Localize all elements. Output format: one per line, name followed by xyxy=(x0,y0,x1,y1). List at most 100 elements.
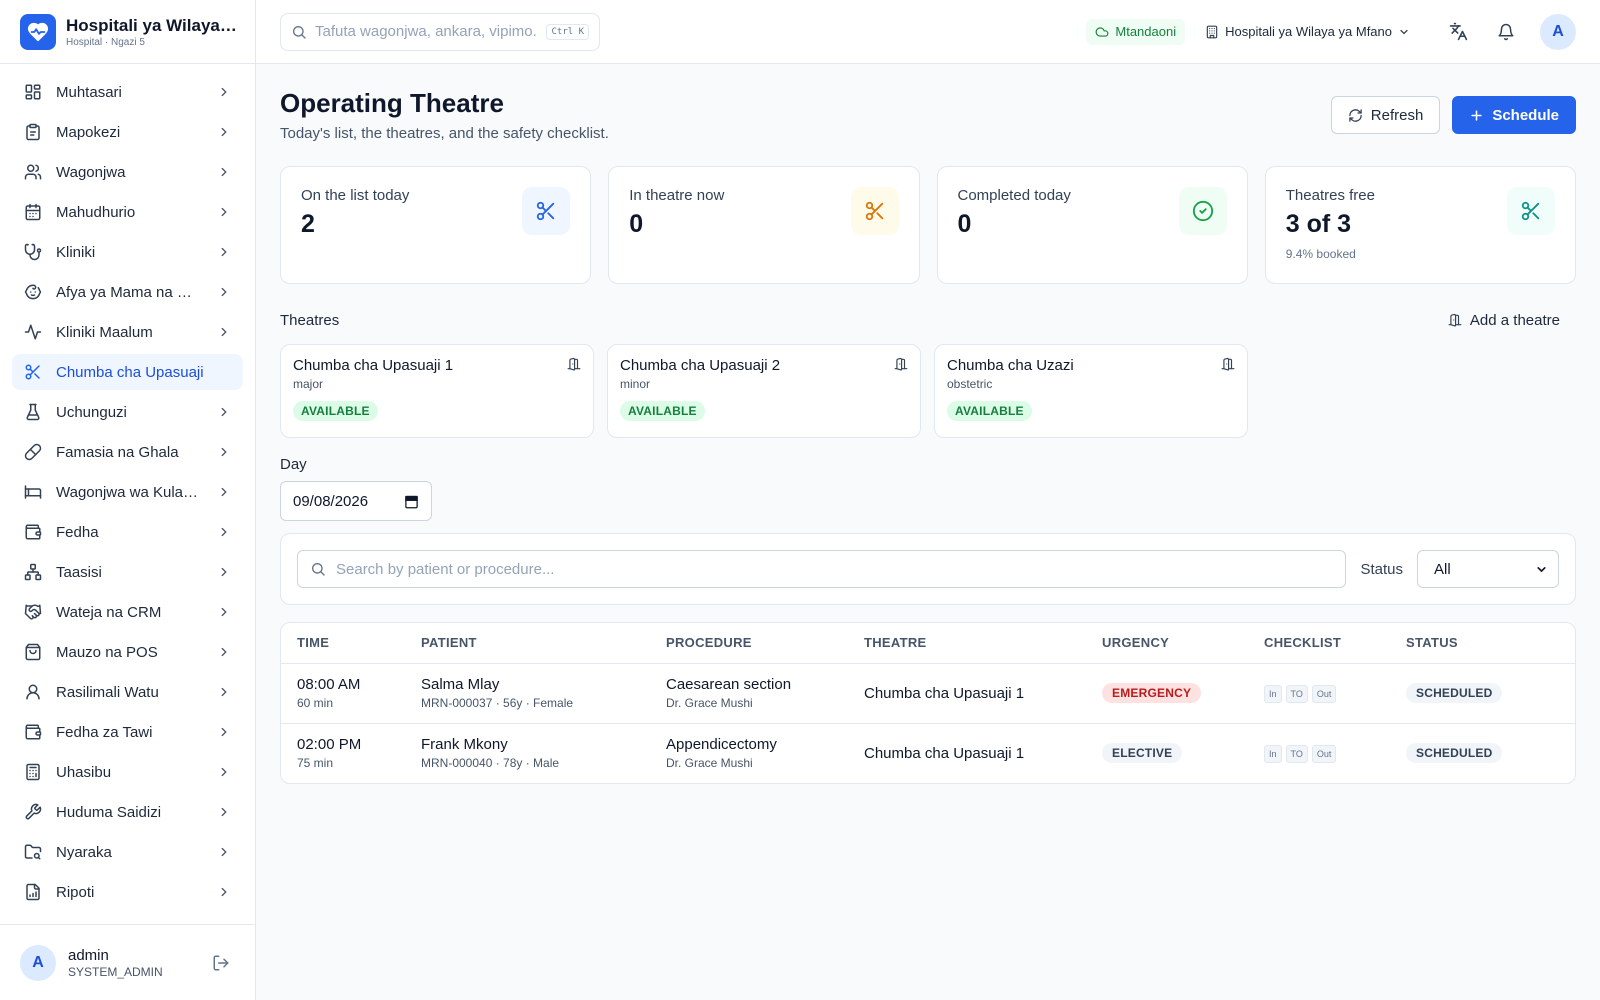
sidebar-item-label: Famasia na Ghala xyxy=(56,443,179,461)
time: 02:00 PM xyxy=(297,736,362,754)
theatre-card[interactable]: Chumba cha Upasuaji 2 minor AVAILABLE xyxy=(607,344,921,438)
sidebar-item-label: Muhtasari xyxy=(56,83,122,101)
stethoscope-icon xyxy=(24,243,42,261)
sidebar-item-fedha[interactable]: Fedha xyxy=(12,514,243,550)
patient-cell: Frank Mkony MRN-000040 · 78y · Male xyxy=(405,723,650,783)
topbar: Ctrl K Mtandaoni Hospitali ya Wilaya ya … xyxy=(256,0,1600,64)
chevron-down-icon xyxy=(1535,563,1548,576)
sidebar-item-kliniki[interactable]: Kliniki xyxy=(12,234,243,270)
page-subtitle: Today's list, the theatres, and the safe… xyxy=(280,125,609,142)
sidebar-item-afya-ya-mama-na-mtoto[interactable]: Afya ya Mama na Mtoto xyxy=(12,274,243,310)
chevron-right-icon xyxy=(217,125,231,139)
facility-switcher[interactable]: Hospitali ya Wilaya ya Mfano xyxy=(1205,24,1410,39)
sidebar-item-famasia-na-ghala[interactable]: Famasia na Ghala xyxy=(12,434,243,470)
brand-subtitle: Hospital · Ngazi 5 xyxy=(66,36,145,48)
bell-icon[interactable] xyxy=(1492,18,1520,46)
sidebar-item-label: Mapokezi xyxy=(56,123,121,141)
checklist-step[interactable]: Out xyxy=(1311,744,1337,763)
chevron-right-icon xyxy=(217,285,231,299)
global-search-input[interactable] xyxy=(315,23,539,40)
calculator-icon xyxy=(24,763,42,781)
sidebar: Hospitali ya Wilaya ya Mfano Hospital · … xyxy=(0,0,256,1000)
patient-meta: MRN-000037 · 56y · Female xyxy=(421,696,574,710)
chevron-right-icon xyxy=(217,525,231,539)
add-theatre-button[interactable]: Add a theatre xyxy=(1448,312,1576,329)
sidebar-item-mapokezi[interactable]: Mapokezi xyxy=(12,114,243,150)
door-icon xyxy=(894,357,908,371)
door-icon xyxy=(1221,357,1235,371)
checklist-step[interactable]: TO xyxy=(1285,684,1308,703)
theatre-name: Chumba cha Upasuaji 1 xyxy=(293,357,454,374)
chevron-right-icon xyxy=(217,325,231,339)
status-filter-label: Status xyxy=(1360,560,1403,578)
wallet-icon xyxy=(24,523,42,541)
urgency-badge: EMERGENCY xyxy=(1102,683,1202,703)
chevron-right-icon xyxy=(217,685,231,699)
theatre-type: major xyxy=(293,377,324,391)
sidebar-item-huduma-saidizi[interactable]: Huduma Saidizi xyxy=(12,794,243,830)
checklist-step[interactable]: In xyxy=(1264,744,1282,763)
theatre-card[interactable]: Chumba cha Upasuaji 1 major AVAILABLE xyxy=(280,344,594,438)
baby-icon xyxy=(24,283,42,301)
wallet-icon xyxy=(24,723,42,741)
filter-bar: Status All xyxy=(280,533,1576,605)
sidebar-item-mauzo-na-pos[interactable]: Mauzo na POS xyxy=(12,634,243,670)
status-badge: SCHEDULED xyxy=(1406,683,1503,703)
sidebar-item-uhasibu[interactable]: Uhasibu xyxy=(12,754,243,790)
global-search[interactable]: Ctrl K xyxy=(280,12,600,51)
sidebar-item-label: Fedha xyxy=(56,523,99,541)
user-name: admin xyxy=(68,946,109,964)
checklist-step[interactable]: Out xyxy=(1311,684,1337,703)
table-search-input[interactable] xyxy=(336,560,1334,578)
checklist-cell: In TO Out xyxy=(1248,663,1390,724)
checklist-step[interactable]: TO xyxy=(1285,744,1308,763)
sidebar-item-muhtasari[interactable]: Muhtasari xyxy=(12,74,243,110)
translate-icon[interactable] xyxy=(1444,18,1472,46)
sidebar-item-label: Chumba cha Upasuaji xyxy=(56,363,204,381)
chevron-right-icon xyxy=(217,765,231,779)
sidebar-item-wagonjwa-wa-kulazwa[interactable]: Wagonjwa wa Kulazwa xyxy=(12,474,243,510)
chevron-right-icon xyxy=(217,205,231,219)
logout-icon[interactable] xyxy=(207,949,235,977)
sidebar-item-label: Nyaraka xyxy=(56,843,112,861)
sidebar-item-uchunguzi[interactable]: Uchunguzi xyxy=(12,394,243,430)
schedule-button[interactable]: Schedule xyxy=(1452,96,1576,134)
procedure: Caesarean section xyxy=(666,676,792,693)
sidebar-item-wagonjwa[interactable]: Wagonjwa xyxy=(12,154,243,190)
theatre-card[interactable]: Chumba cha Uzazi obstetric AVAILABLE xyxy=(934,344,1248,438)
activity-icon xyxy=(24,323,42,341)
calendar-icon[interactable] xyxy=(404,494,419,509)
table-row[interactable]: 02:00 PM 75 min Frank Mkony MRN-000040 · 78… xyxy=(281,723,1575,783)
sidebar-item-ripoti[interactable]: Ripoti xyxy=(12,874,243,910)
column-header-checklist: CHECKLIST xyxy=(1248,623,1390,664)
stat-card: Completed today 0 xyxy=(936,166,1248,284)
status-filter-select[interactable]: All xyxy=(1417,550,1559,588)
theatre-name: Chumba cha Upasuaji 2 xyxy=(620,357,781,374)
avatar[interactable]: A xyxy=(20,944,56,981)
sidebar-item-wateja-na-crm[interactable]: Wateja na CRM xyxy=(12,594,243,630)
chevron-right-icon xyxy=(217,85,231,99)
sidebar-item-rasilimali-watu[interactable]: Rasilimali Watu xyxy=(12,674,243,710)
search-icon xyxy=(310,561,326,577)
sidebar-item-mahudhurio[interactable]: Mahudhurio xyxy=(12,194,243,230)
chevron-right-icon xyxy=(217,885,231,899)
checklist-step[interactable]: In xyxy=(1264,684,1282,703)
sidebar-item-nyaraka[interactable]: Nyaraka xyxy=(12,834,243,870)
status-badge: AVAILABLE xyxy=(620,401,705,421)
refresh-button[interactable]: Refresh xyxy=(1330,96,1441,134)
user-avatar-button[interactable]: A xyxy=(1540,13,1576,50)
page-title: Operating Theatre xyxy=(280,88,504,118)
online-status-badge: Mtandaoni xyxy=(1086,18,1186,45)
day-date-input[interactable]: 09/08/2026 xyxy=(280,481,432,521)
table-row[interactable]: 08:00 AM 60 min Salma Mlay MRN-000037 · 56y… xyxy=(281,663,1575,724)
table-search[interactable] xyxy=(297,550,1347,588)
sidebar-item-taasisi[interactable]: Taasisi xyxy=(12,554,243,590)
chevron-down-icon xyxy=(1398,26,1410,38)
theatre-type: minor xyxy=(620,377,651,391)
sidebar-item-fedha-za-tawi[interactable]: Fedha za Tawi xyxy=(12,714,243,750)
sidebar-item-kliniki-maalum[interactable]: Kliniki Maalum xyxy=(12,314,243,350)
sidebar-item-label: Kliniki xyxy=(56,243,96,261)
sidebar-item-chumba-cha-upasuaji[interactable]: Chumba cha Upasuaji xyxy=(12,354,243,390)
wrench-icon xyxy=(24,803,42,821)
online-label: Mtandaoni xyxy=(1115,24,1177,39)
